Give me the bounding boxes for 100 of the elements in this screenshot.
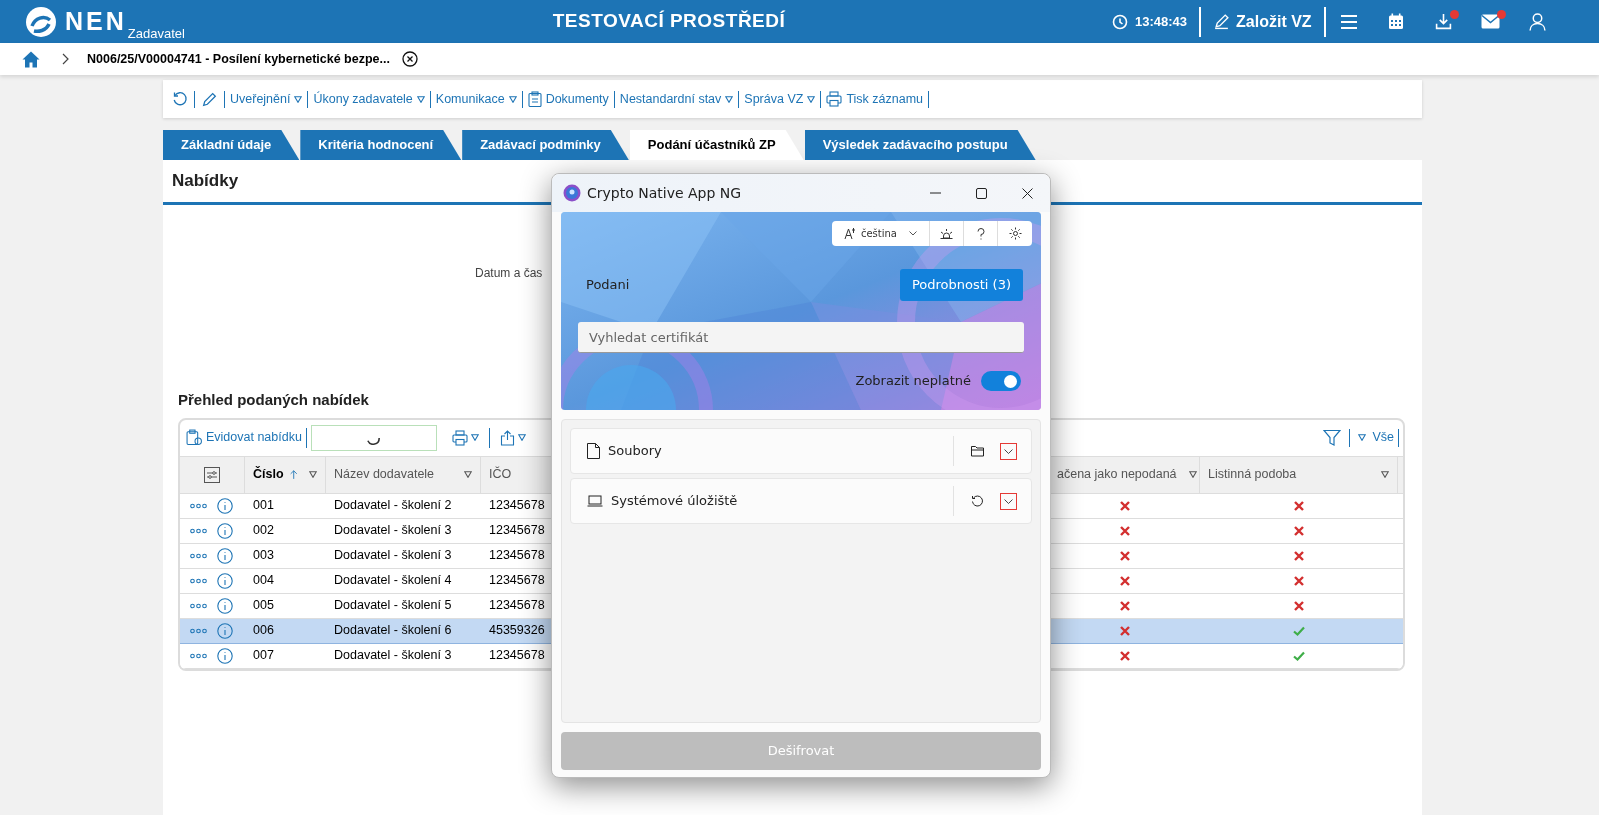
menu-icon [1340, 13, 1359, 30]
toolbar-menu[interactable]: Dokumenty [527, 89, 609, 109]
all-filter[interactable]: Vše [1358, 428, 1394, 447]
tab[interactable]: Zadávací podmínky [462, 130, 629, 160]
user-icon [1528, 12, 1546, 31]
edit-icon[interactable] [200, 90, 219, 108]
logo-text: NEN [65, 9, 127, 34]
section-row[interactable]: Soubory [570, 428, 1032, 474]
table-cell-text: 001 [252, 497, 275, 515]
environment-title: TESTOVACÍ PROSTŘEDÍ [551, 9, 787, 34]
column-header[interactable]: Název dodavatele [334, 465, 472, 484]
toolbar-menu[interactable]: Komunikace [435, 89, 517, 109]
info-icon[interactable] [217, 522, 233, 539]
table-cell-text: 45359326 [488, 622, 546, 640]
create-button[interactable]: Založit VZ [1201, 9, 1324, 34]
maximize-icon [975, 187, 987, 199]
file-icon [587, 443, 600, 459]
column-header[interactable]: ačena jako nepodaná [1057, 465, 1191, 484]
dropdown-icon [309, 471, 317, 478]
toolbar-menu[interactable]: Uveřejnění [230, 89, 303, 109]
more-icon[interactable] [190, 627, 207, 634]
dropdown-icon [517, 434, 526, 441]
laptop-icon [587, 495, 603, 507]
toggle-switch[interactable] [981, 371, 1021, 391]
close-icon[interactable] [401, 51, 418, 67]
expand-button[interactable] [1000, 492, 1017, 510]
tab[interactable]: Podání účastníků ZP [629, 130, 804, 160]
dropdown-icon [725, 95, 734, 103]
info-icon[interactable] [217, 647, 233, 664]
toggle-label: Zobrazit neplatné [855, 372, 971, 391]
share-icon [499, 429, 515, 446]
column-header[interactable]: Číslo [253, 465, 317, 484]
info-icon[interactable] [217, 572, 233, 589]
minimize-icon [929, 192, 941, 194]
more-icon[interactable] [190, 577, 207, 584]
register-offer-button[interactable]: Evidovat nabídku [186, 428, 302, 447]
column-header[interactable]: IČO [489, 465, 552, 484]
toolbar-menu[interactable]: Nestandardní stav [619, 89, 734, 109]
breadcrumb-link[interactable]: N006/25/V00004741 - Posílení kybernetické bezpe... [87, 49, 390, 69]
date-label: Datum a čas [475, 265, 544, 282]
table-cell-text: 12345678 [488, 497, 546, 515]
table-cell-text: 004 [252, 572, 275, 590]
table-cell-text: Dodavatel - školení 6 [333, 622, 453, 640]
refresh-icon[interactable] [171, 91, 189, 107]
clipboard-icon [527, 91, 542, 107]
export-menu[interactable] [499, 429, 526, 446]
printer-icon [826, 91, 843, 107]
info-icon[interactable] [217, 497, 233, 514]
info-icon[interactable] [217, 547, 233, 564]
more-icon[interactable] [190, 527, 207, 534]
table-cell-text: 12345678 [488, 522, 546, 540]
info-icon[interactable] [217, 622, 233, 639]
clipboard-gear-icon [186, 429, 203, 446]
dropdown-icon [470, 434, 479, 441]
expand-button[interactable] [1000, 442, 1017, 460]
table-cell-text: 003 [252, 547, 275, 565]
dropdown-icon [1358, 434, 1367, 441]
toolbar-menu[interactable]: Správa VZ [744, 89, 816, 109]
mail-icon [1480, 14, 1500, 29]
table-cell-text: 12345678 [488, 572, 546, 590]
dropdown-icon [416, 95, 425, 103]
tab[interactable]: Kritéria hodnocení [300, 130, 462, 160]
tab[interactable]: Výsledek zadávacího postupu [804, 130, 1036, 160]
chevron-down-icon [1004, 448, 1013, 454]
search-field[interactable]: Vyhledat certifikát [578, 322, 1024, 353]
toolbar-menu[interactable]: Úkony zadavatele [313, 89, 425, 109]
edit-icon [1213, 13, 1231, 30]
dropdown-icon [464, 471, 472, 478]
column-settings-icon[interactable] [204, 466, 220, 483]
table-cell-text: Dodavatel - školení 3 [333, 547, 453, 565]
table-cell-text: Dodavatel - školení 3 [333, 647, 453, 665]
print-menu[interactable] [451, 429, 479, 446]
info-icon[interactable] [217, 597, 233, 614]
close-icon [1021, 187, 1033, 199]
download-icon [1434, 13, 1452, 30]
spinner-icon [367, 436, 381, 445]
more-icon[interactable] [190, 652, 207, 659]
column-header[interactable]: Listinná podoba [1208, 465, 1389, 484]
sort-ascending-icon [289, 468, 297, 481]
dropdown-icon [1188, 471, 1197, 478]
more-icon[interactable] [190, 552, 207, 559]
table-cell-text: 005 [252, 597, 275, 615]
printer-icon [451, 429, 468, 446]
app-logo-icon [563, 184, 581, 202]
table-cell-text: 12345678 [488, 647, 546, 665]
section-row[interactable]: Systémové úložiště [570, 478, 1032, 524]
details-button[interactable]: Podrobnosti (3) [899, 269, 1023, 301]
logo-icon [25, 5, 57, 38]
table-cell-text: 12345678 [488, 547, 546, 565]
more-icon[interactable] [190, 502, 207, 509]
table-cell-text: 007 [252, 647, 275, 665]
home-icon[interactable] [22, 50, 40, 68]
table-cell-text: 12345678 [488, 597, 546, 615]
tab[interactable]: Základní údaje [163, 130, 300, 160]
filter-icon[interactable] [1323, 428, 1342, 447]
more-icon[interactable] [190, 602, 207, 609]
toolbar-menu[interactable]: Tisk záznamu [826, 89, 924, 109]
chevron-down-icon [909, 231, 917, 236]
table-cell-text: Dodavatel - školení 2 [333, 497, 453, 515]
table-cell-text: 002 [252, 522, 275, 540]
